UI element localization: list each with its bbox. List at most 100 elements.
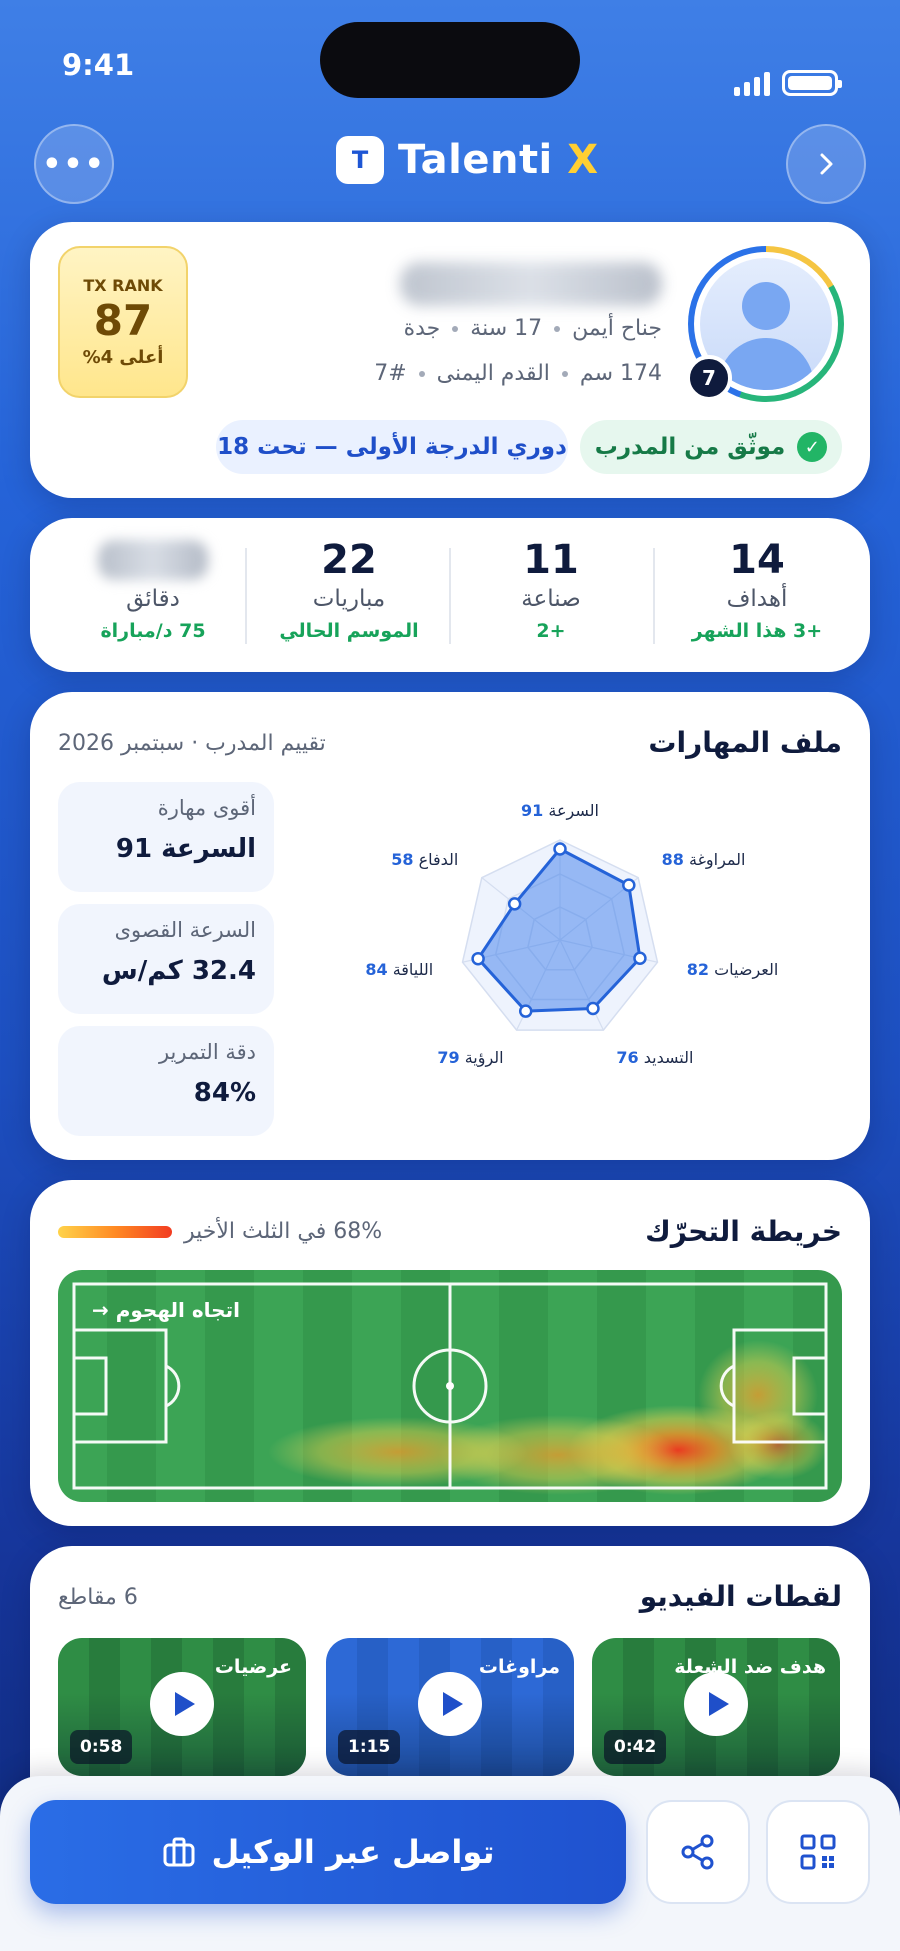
highlight-value: 32.4 كم/س [101,956,256,986]
radar-skill-name: الدفاع [413,850,458,870]
league-label: دوري الدرجة الأولى — تحت 18 [217,434,567,460]
play-icon[interactable] [418,1672,482,1736]
video-title: مراوغات [478,1656,560,1678]
video-card[interactable]: مراوغات 1:15 [326,1638,574,1776]
brand-mark: T [336,136,384,184]
stat-matches: 22 مباريات الموسم الحالي [264,536,434,642]
attack-direction-label: اتجاه الهجوم → [92,1298,240,1322]
stat-value: 14 [729,537,785,583]
radar-label: 84 اللياقة [365,960,433,979]
stat-value: 22 [321,537,377,583]
stat-sub: +3 هذا الشهر [691,620,823,642]
divider [245,548,247,644]
stat-value: 11 [523,537,579,583]
radar-point [633,951,647,965]
rank-label: TX RANK [83,275,163,295]
stat-minutes: دقائق 75 د/مباراة [68,536,238,642]
stat-label: أهداف [726,586,788,612]
radar-point [518,1004,533,1018]
skills-title: ملف المهارات [648,726,842,759]
radar-label: 82 العرضيات [687,960,779,980]
status-time: 9:41 [62,48,135,82]
highlight-label: السرعة القصوى [114,918,256,942]
verified-badge: ✓ موثّق من المدرب [580,420,842,474]
stat-label: مباريات [312,586,386,612]
highlight-value: 84% [193,1078,256,1108]
dynamic-island [320,22,580,98]
heatmap-subtitle: 68% في الثلث الأخير [184,1219,383,1244]
highlight-top-speed: السرعة القصوى 32.4 كم/س [58,904,274,1014]
radar-label: 88 المراوغة [662,850,746,870]
player-name-blurred [400,262,662,306]
player-meta-line-1: جناح أيمن 17 سنة جدة [404,316,662,341]
video-card[interactable]: هدف ضد الشعلة 0:42 [592,1638,840,1776]
video-card[interactable]: عرضيات 0:58 [58,1638,306,1776]
divider [449,548,451,644]
stat-sub: 75 د/مباراة [100,620,206,642]
highlight-label: دقة التمرير [158,1040,256,1064]
videos-count: 6 مقاطع [58,1585,138,1610]
divider [653,548,655,644]
contact-agent-button[interactable]: تواصل عبر الوكيل [30,1800,626,1904]
brand-word: Talenti [398,137,553,183]
stat-label: دقائق [126,586,180,612]
brand-x: X [567,137,599,183]
radar-skill-name: اللياقة [388,960,434,979]
radar-value: 82 [687,960,709,979]
skills-radar-chart: 91 السرعة 88 المراوغة 82 العرضيات 76 التسدي… [365,801,779,1068]
qr-code-button[interactable] [766,1800,870,1904]
verified-label: موثّق من المدرب [594,434,786,460]
contact-agent-label: تواصل عبر الوكيل [211,1833,495,1871]
radar-value: 88 [662,850,684,869]
jersey-number-badge: 7 [686,355,732,401]
skills-subtitle: تقييم المدرب · سبتمبر 2026 [58,731,326,756]
tx-rank-badge: TX RANK 87 أعلى 4% [58,246,188,398]
radar-point [507,897,522,911]
player-position: جناح أيمن [572,316,662,341]
radar-point [622,878,636,892]
player-foot: القدم اليمنى [436,361,550,386]
radar-skill-name: السرعة [543,801,599,821]
highlight-value: السرعة 91 [115,834,256,864]
highlight-label: أقوى مهارة [157,796,256,820]
status-icons [734,70,842,96]
check-circle-icon: ✓ [797,432,828,462]
radar-value: 91 [521,801,543,820]
stat-sub: +2 [536,620,566,642]
rank-value: 87 [93,295,153,345]
league-badge[interactable]: دوري الدرجة الأولى — تحت 18 [216,420,568,474]
videos-title: لقطات الفيديو [639,1580,842,1613]
player-age: 17 سنة [470,316,543,341]
rank-percentile: أعلى 4% [82,347,164,369]
video-title: هدف ضد الشعلة [674,1656,826,1678]
radar-skill-name: التسديد [639,1048,694,1067]
radar-value: 76 [616,1048,638,1067]
stat-assists: 11 صناعة +2 [466,536,636,642]
signal-icon [734,72,770,96]
briefcase-icon [163,1837,195,1867]
radar-point [471,951,485,966]
radar-label: 79 الرؤية [437,1048,503,1068]
share-icon [681,1834,714,1870]
play-icon[interactable] [150,1672,214,1736]
forward-button[interactable] [786,124,866,204]
play-icon[interactable] [684,1672,748,1736]
radar-skill-name: الرؤية [460,1048,504,1068]
radar-label: 91 السرعة [521,801,599,821]
radar-skill-name: المراوغة [684,850,746,870]
qr-code-icon [800,1834,836,1870]
heat-legend-bar [58,1226,172,1238]
player-city: جدة [403,316,441,341]
share-button[interactable] [646,1800,750,1904]
highlight-strongest: أقوى مهارة السرعة 91 [58,782,274,892]
brand-logo: T Talenti X [336,136,599,184]
radar-value: 84 [365,960,387,979]
video-duration: 0:58 [70,1730,133,1764]
player-height: 174 سم [579,361,662,386]
radar-value: 79 [437,1048,459,1067]
radar-label: 76 التسديد [616,1048,693,1067]
battery-icon [782,70,842,96]
player-number: #7 [374,361,407,386]
heatmap-title: خريطة التحرّك [645,1215,842,1248]
more-button[interactable]: ••• [34,124,114,204]
